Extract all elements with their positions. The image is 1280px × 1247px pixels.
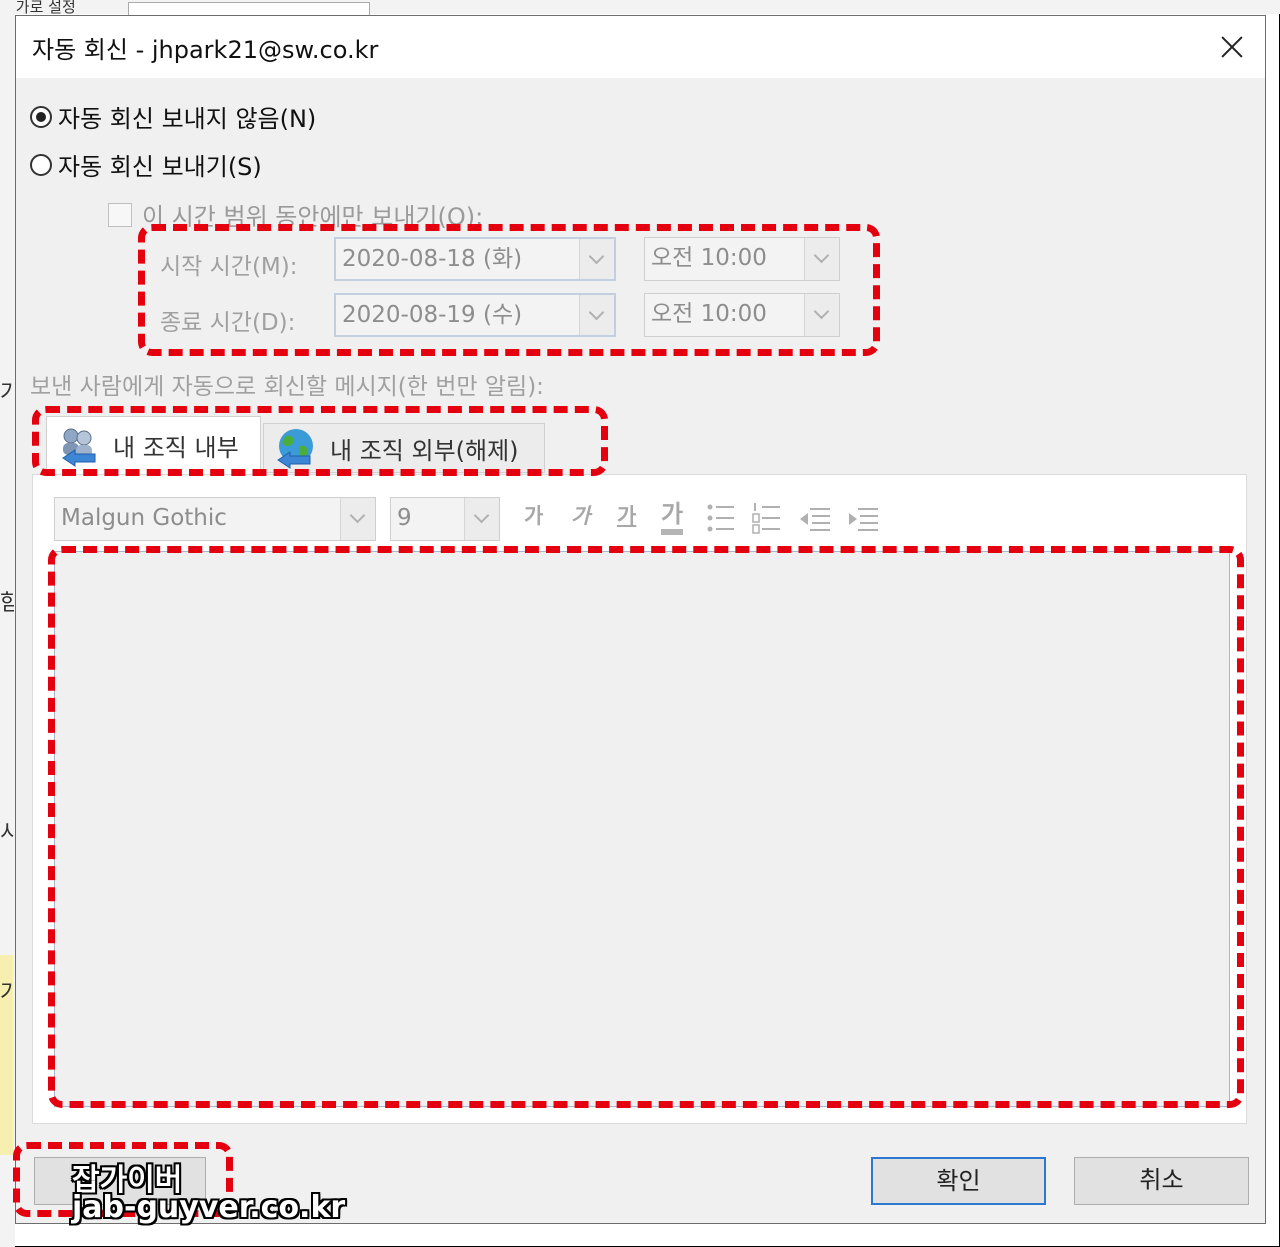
bullet-list-icon[interactable] (706, 502, 736, 538)
italic-button[interactable]: 가 (571, 500, 590, 530)
time-range-label: 이 시간 범위 동안에만 보내기(O): (142, 203, 484, 231)
send-reply-option[interactable]: 자동 회신 보내기(S) (30, 147, 262, 182)
time-range-checkbox[interactable] (108, 202, 132, 227)
background-window-top: 추가로 설정 (0, 0, 1280, 18)
no-reply-label: 자동 회신 보내지 않음(N) (58, 105, 317, 133)
decrease-indent-icon[interactable] (798, 505, 832, 537)
chevron-down-icon[interactable] (804, 238, 839, 280)
font-size-combo[interactable]: 9 (390, 497, 500, 541)
chevron-down-icon[interactable] (579, 239, 614, 279)
font-combo[interactable]: Malgun Gothic (54, 497, 376, 541)
bold-button[interactable]: 가 (524, 500, 543, 530)
chevron-down-icon[interactable] (464, 498, 499, 540)
message-label: 보낸 사람에게 자동으로 회신할 메시지(한 번만 알림): (30, 374, 544, 400)
globe-reply-icon (272, 426, 320, 470)
end-time-combo[interactable]: 오전 10:00 (644, 293, 840, 337)
chevron-down-icon[interactable] (804, 294, 839, 336)
time-range-option[interactable]: 이 시간 범위 동안에만 보내기(O): (108, 197, 483, 232)
chevron-down-icon[interactable] (579, 295, 614, 335)
background-glyph: 가 (0, 981, 14, 1006)
tab-outside-label: 내 조직 외부(해제) (330, 436, 519, 465)
close-icon[interactable] (1209, 24, 1255, 70)
background-glyph: 시 (0, 821, 14, 846)
font-size-value: 9 (397, 505, 412, 531)
watermark-url: jab-guyver.co.kr (72, 1190, 346, 1225)
window-title: 자동 회신 - jhpark21@sw.co.kr (32, 36, 379, 64)
auto-reply-dialog: 자동 회신 - jhpark21@sw.co.kr 자동 회신 보내지 않음(N… (15, 15, 1266, 1224)
start-time-value: 오전 10:00 (651, 245, 767, 271)
end-time-label: 종료 시간(D): (160, 310, 296, 336)
message-textarea[interactable] (54, 551, 1230, 1107)
start-date-combo[interactable]: 2020-08-18 (화) (334, 237, 616, 281)
end-date-value: 2020-08-19 (수) (342, 302, 523, 328)
font-color-button[interactable]: 가 (661, 494, 684, 535)
send-reply-label: 자동 회신 보내기(S) (58, 153, 262, 181)
numbered-list-icon[interactable] (752, 502, 782, 538)
end-time-value: 오전 10:00 (651, 301, 767, 327)
radio-checked-icon[interactable] (30, 105, 52, 128)
start-date-value: 2020-08-18 (화) (342, 246, 523, 272)
no-reply-option[interactable]: 자동 회신 보내지 않음(N) (30, 99, 316, 134)
font-value: Malgun Gothic (61, 505, 227, 531)
start-time-combo[interactable]: 오전 10:00 (644, 237, 840, 281)
background-glyph: 함 (0, 591, 14, 616)
end-date-combo[interactable]: 2020-08-19 (수) (334, 293, 616, 337)
tab-outside-organization[interactable]: 내 조직 외부(해제) (263, 423, 545, 473)
background-glyph: 가 (0, 381, 14, 406)
increase-indent-icon[interactable] (846, 505, 880, 537)
title-bar: 자동 회신 - jhpark21@sw.co.kr (16, 16, 1265, 78)
people-reply-icon (55, 424, 103, 468)
underline-button[interactable]: 가 (617, 500, 636, 530)
radio-unchecked-icon[interactable] (30, 153, 52, 176)
chevron-down-icon[interactable] (340, 498, 375, 540)
ok-button[interactable]: 확인 (871, 1157, 1046, 1205)
tab-inside-label: 내 조직 내부 (113, 434, 239, 462)
cancel-button[interactable]: 취소 (1074, 1157, 1249, 1205)
tab-inside-organization[interactable]: 내 조직 내부 (46, 416, 261, 474)
start-time-label: 시작 시간(M): (160, 254, 298, 280)
